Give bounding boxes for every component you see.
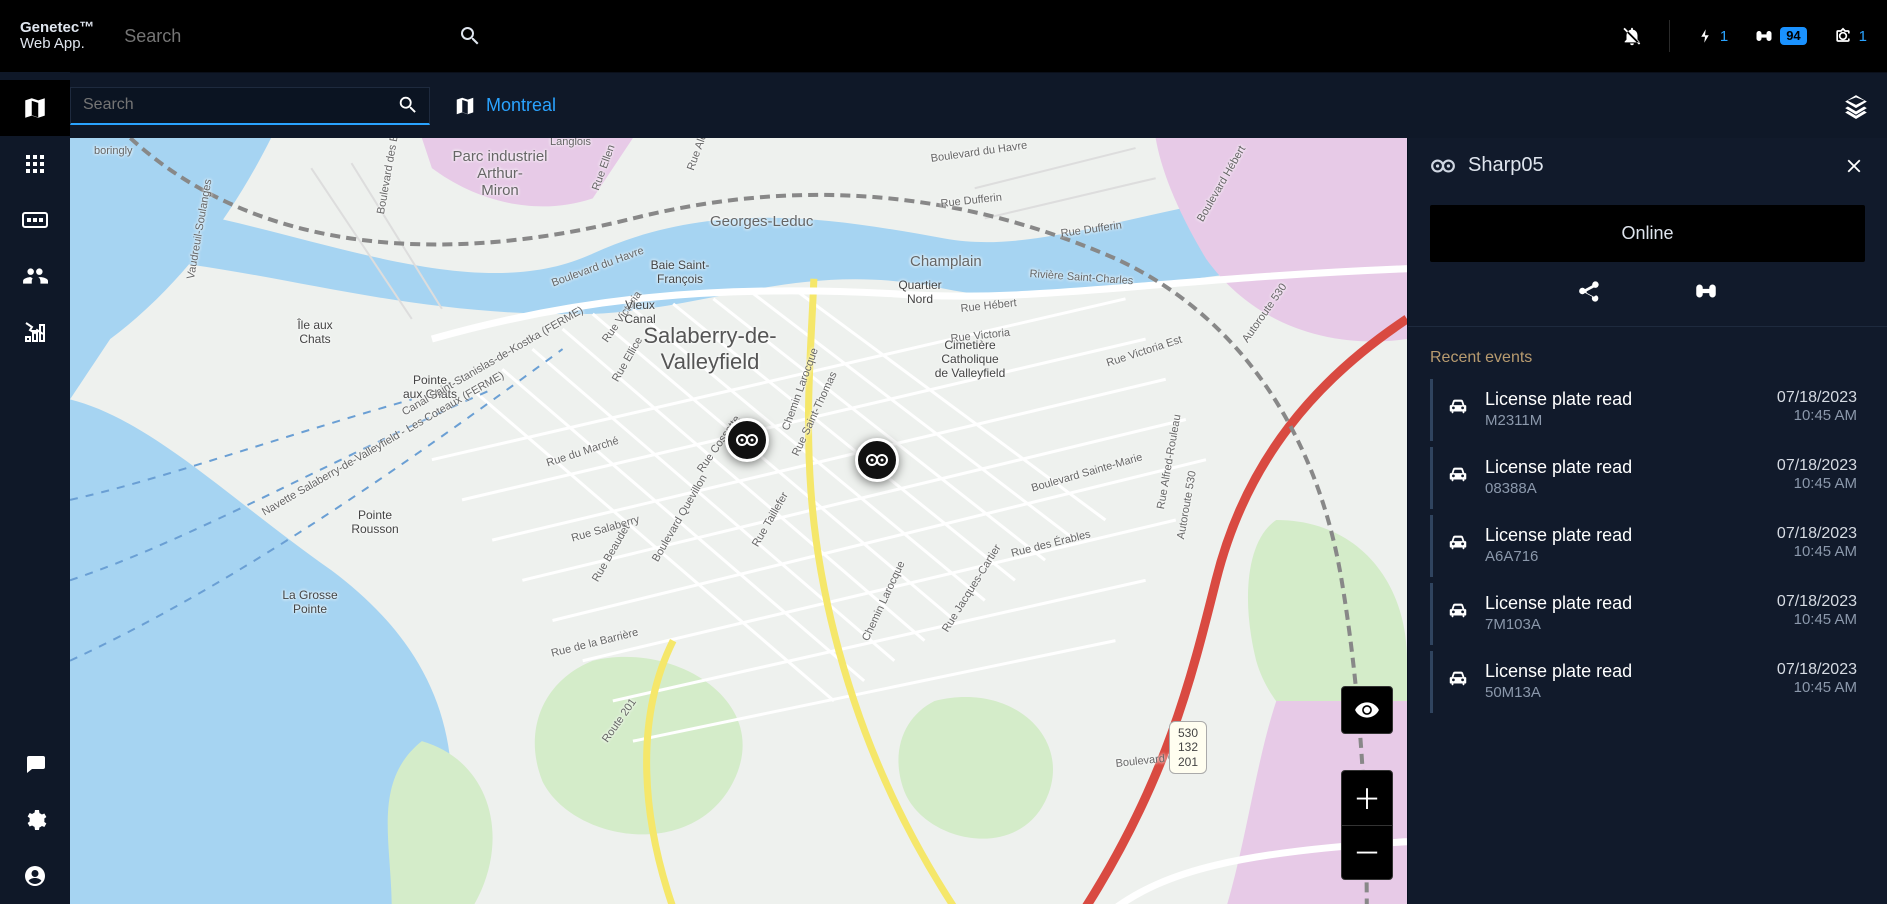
search-icon[interactable]	[458, 24, 482, 48]
chat-icon	[23, 752, 47, 776]
panel-title: Sharp05	[1468, 154, 1544, 177]
watch-indicator[interactable]: 94	[1754, 26, 1806, 46]
section-title: Recent events	[1430, 349, 1865, 367]
map-marker-camera-1[interactable]	[725, 418, 769, 462]
event-title: License plate read	[1485, 389, 1761, 410]
status-banner: Online	[1430, 205, 1865, 262]
watch-button[interactable]	[1693, 278, 1719, 304]
search-icon[interactable]	[397, 94, 419, 116]
camera-indicator[interactable]: 1	[1833, 26, 1867, 46]
car-icon	[1447, 463, 1469, 485]
gear-icon	[23, 808, 47, 832]
event-row[interactable]: License plate read A6A716 07/18/2023 10:…	[1430, 515, 1865, 577]
event-date: 07/18/2023	[1777, 457, 1857, 475]
divider	[1669, 20, 1670, 52]
event-row[interactable]: License plate read 7M103A 07/18/2023 10:…	[1430, 583, 1865, 645]
event-row[interactable]: License plate read 50M13A 07/18/2023 10:…	[1430, 651, 1865, 713]
sidebar-nav-account[interactable]	[0, 848, 70, 904]
top-bar: Genetec™Web App. 1 94 1	[0, 0, 1887, 72]
event-title: License plate read	[1485, 661, 1761, 682]
grid-icon	[23, 152, 47, 176]
plate-icon	[22, 210, 48, 230]
event-time: 10:45 AM	[1777, 543, 1857, 560]
route-shield: 530132201	[1169, 721, 1207, 774]
notifications-muted-icon[interactable]	[1621, 25, 1643, 47]
binoculars-icon	[1754, 26, 1774, 46]
event-plate: 50M13A	[1485, 684, 1761, 701]
map-zoom-control: ＋ －	[1341, 770, 1393, 880]
chart-icon	[23, 320, 47, 344]
event-time: 10:45 AM	[1777, 611, 1857, 628]
event-time: 10:45 AM	[1777, 679, 1857, 696]
event-date: 07/18/2023	[1777, 525, 1857, 543]
event-date: 07/18/2023	[1777, 593, 1857, 611]
event-title: License plate read	[1485, 525, 1761, 546]
panel-header: Sharp05	[1408, 138, 1887, 193]
zoom-in-button[interactable]: ＋	[1342, 771, 1392, 826]
event-date: 07/18/2023	[1777, 389, 1857, 407]
car-icon	[1447, 531, 1469, 553]
user-circle-icon	[23, 864, 47, 888]
global-search-input[interactable]	[122, 16, 482, 56]
brand-logo: Genetec™Web App.	[20, 20, 94, 53]
map-marker-camera-2[interactable]	[855, 438, 899, 482]
event-time: 10:45 AM	[1777, 475, 1857, 492]
breadcrumb: Montreal	[454, 95, 556, 117]
map-visibility-button[interactable]	[1341, 686, 1393, 734]
panel-actions	[1408, 262, 1887, 327]
event-row[interactable]: License plate read M2311M 07/18/2023 10:…	[1430, 379, 1865, 441]
main-content: Parc industriel Arthur- MironGeorges-Led…	[70, 138, 1887, 904]
sidebar-nav-settings[interactable]	[0, 792, 70, 848]
event-plate: 7M103A	[1485, 616, 1761, 633]
sidebar-nav-grid[interactable]	[0, 136, 70, 192]
event-plate: M2311M	[1485, 412, 1761, 429]
map-canvas	[70, 138, 1407, 904]
event-date: 07/18/2023	[1777, 661, 1857, 679]
event-plate: A6A716	[1485, 548, 1761, 565]
map-viewport[interactable]: Parc industriel Arthur- MironGeorges-Led…	[70, 138, 1407, 904]
alerts-indicator[interactable]: 1	[1696, 27, 1728, 45]
watch-badge: 94	[1780, 27, 1806, 45]
left-sidebar	[0, 72, 70, 904]
map-icon	[454, 95, 476, 117]
sub-bar: Montreal	[0, 72, 1887, 138]
car-icon	[1447, 395, 1469, 417]
event-plate: 08388A	[1485, 480, 1761, 497]
device-icon	[1430, 157, 1456, 175]
map-search-input[interactable]	[81, 95, 397, 115]
sidebar-nav-chat[interactable]	[0, 736, 70, 792]
sidebar-nav-map[interactable]	[0, 80, 70, 136]
bolt-icon	[1696, 27, 1714, 45]
car-icon	[1447, 599, 1469, 621]
map-icon	[22, 95, 48, 121]
detail-panel: Sharp05 Online Recent events License pla…	[1407, 138, 1887, 904]
top-right-group: 1 94 1	[1621, 20, 1867, 52]
event-title: License plate read	[1485, 593, 1761, 614]
event-title: License plate read	[1485, 457, 1761, 478]
zoom-out-button[interactable]: －	[1342, 826, 1392, 880]
panel-scroll[interactable]: Recent events License plate read M2311M …	[1408, 327, 1887, 904]
event-time: 10:45 AM	[1777, 407, 1857, 424]
camera-icon	[1833, 26, 1853, 46]
layers-button[interactable]	[1843, 93, 1869, 119]
sidebar-nav-plates[interactable]	[0, 192, 70, 248]
people-icon	[22, 263, 48, 289]
car-icon	[1447, 667, 1469, 689]
global-search[interactable]	[122, 16, 482, 56]
sidebar-nav-reports[interactable]	[0, 304, 70, 360]
breadcrumb-link[interactable]: Montreal	[486, 95, 556, 116]
event-row[interactable]: License plate read 08388A 07/18/2023 10:…	[1430, 447, 1865, 509]
close-button[interactable]	[1843, 155, 1865, 177]
map-search[interactable]	[70, 87, 430, 125]
events-list: License plate read M2311M 07/18/2023 10:…	[1430, 379, 1865, 713]
sidebar-nav-people[interactable]	[0, 248, 70, 304]
share-button[interactable]	[1577, 278, 1603, 304]
